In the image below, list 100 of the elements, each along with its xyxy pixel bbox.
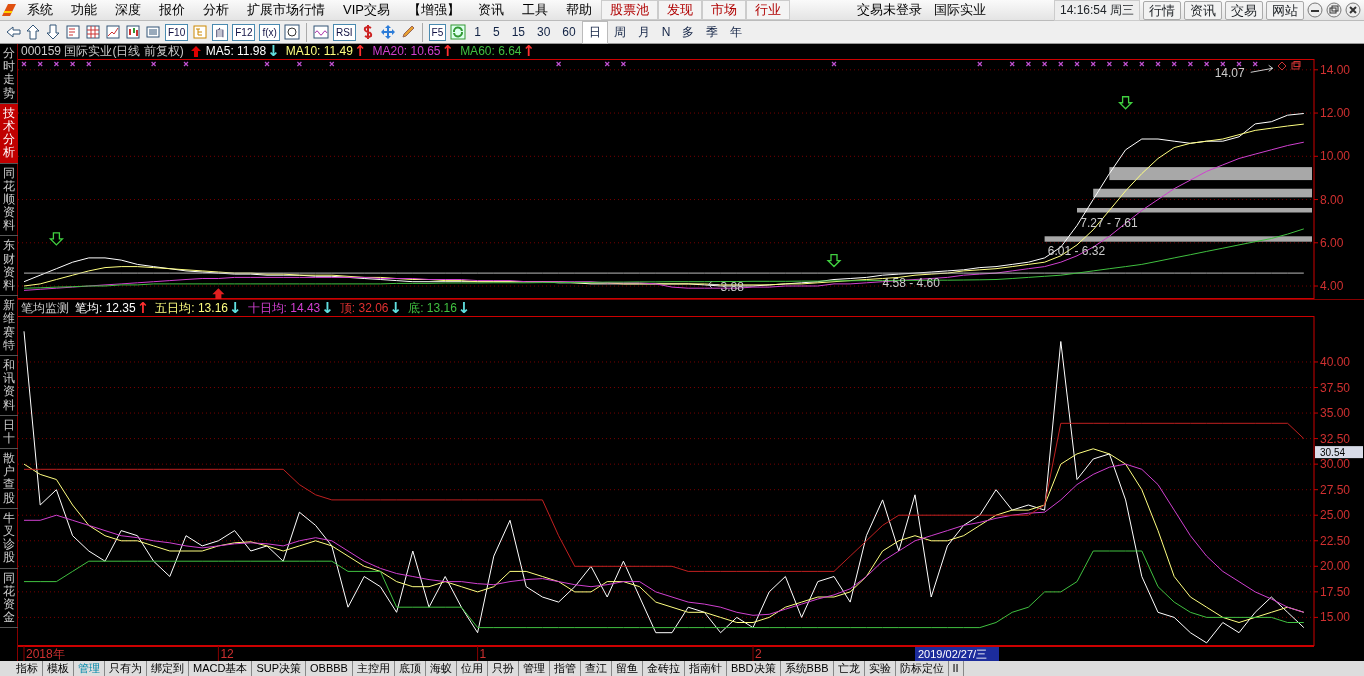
period-tab[interactable]: 15: [505, 21, 531, 43]
indicator-tab[interactable]: 绑定到: [147, 661, 189, 676]
pane-controls-icon[interactable]: [1277, 61, 1301, 71]
grid-icon[interactable]: [85, 24, 101, 40]
menu-item[interactable]: 深度: [106, 0, 150, 20]
indicator-tab[interactable]: 模板: [43, 661, 74, 676]
side-tab[interactable]: 东财资料: [0, 236, 18, 297]
minimize-icon[interactable]: [1307, 2, 1323, 18]
toolbar-button[interactable]: 自: [212, 23, 229, 41]
period-tab[interactable]: 60: [556, 21, 582, 43]
side-tab[interactable]: 技术分析: [0, 103, 18, 164]
axis-value: 30.54: [1315, 446, 1363, 459]
indicator-tab[interactable]: 指管: [549, 661, 581, 676]
side-tab[interactable]: 散户查股: [0, 449, 18, 509]
menu-link[interactable]: 发现: [657, 0, 702, 20]
period-tab[interactable]: 周: [607, 21, 632, 43]
toolbar-button[interactable]: F10: [165, 23, 189, 41]
indicator-tab[interactable]: 底顶: [394, 661, 426, 676]
menu-link[interactable]: 股票池: [600, 0, 658, 20]
indicator-tab[interactable]: 金砖拉: [642, 661, 685, 676]
app-logo-icon[interactable]: [0, 2, 18, 18]
indicator-tab[interactable]: 只有为: [105, 661, 147, 676]
indicator-tab[interactable]: SUP决策: [252, 661, 306, 676]
toolbar-button[interactable]: f(x): [259, 23, 280, 41]
side-tab[interactable]: 分时走势: [0, 44, 18, 104]
menu-item[interactable]: 系统: [18, 0, 62, 20]
side-tab[interactable]: 牛叉诊股: [0, 508, 18, 569]
indicator-tab[interactable]: II: [948, 661, 964, 676]
menu-item[interactable]: 帮助: [556, 0, 601, 20]
indicator-tab[interactable]: 亡龙: [833, 661, 865, 676]
side-tab[interactable]: 和讯资料: [0, 355, 18, 416]
checklist-icon[interactable]: [65, 24, 81, 40]
window-title: 国际实业: [934, 1, 987, 19]
axis-label: 12: [220, 647, 234, 661]
side-tab[interactable]: 日十: [0, 415, 18, 450]
menu-button[interactable]: 网站: [1266, 0, 1304, 20]
refresh-icon[interactable]: [450, 24, 467, 40]
trend-arrow: ↑: [522, 44, 536, 59]
menu-link[interactable]: 市场: [701, 0, 746, 20]
tree-icon[interactable]: [192, 24, 209, 40]
up-arrow-icon[interactable]: [25, 24, 41, 40]
indicator-tab[interactable]: 查江: [580, 661, 612, 676]
toolbar-button[interactable]: RSI: [332, 23, 356, 41]
menu-item[interactable]: 功能: [62, 0, 106, 20]
menu-item[interactable]: 资讯: [468, 0, 513, 20]
candlestick-icon[interactable]: [125, 24, 141, 40]
chart-title: 000159 国际实业(日线 前复权): [21, 44, 184, 59]
toolbar-button[interactable]: F12: [232, 23, 256, 41]
menu-button[interactable]: 行情: [1143, 0, 1181, 20]
indicator-tab[interactable]: 指南针: [684, 661, 727, 676]
indicator-tab[interactable]: 实验: [864, 661, 896, 676]
indicator-tab[interactable]: BBD决策: [726, 661, 781, 676]
indicator-tab[interactable]: 位用: [456, 661, 488, 676]
indicator-tab[interactable]: 留鱼: [611, 661, 643, 676]
indicator-tab[interactable]: 系统BBB: [780, 661, 834, 676]
indicator-tab[interactable]: 防标定位: [895, 661, 949, 676]
period-tab[interactable]: 年: [724, 21, 749, 43]
indicator-tab[interactable]: 主控用: [352, 661, 395, 676]
menu-item[interactable]: 工具: [512, 0, 557, 20]
menu-item[interactable]: VIP交易: [334, 0, 399, 20]
menu-item[interactable]: 报价: [150, 0, 194, 20]
side-tab[interactable]: 同花顺资料: [0, 163, 18, 237]
period-tab[interactable]: 30: [531, 21, 557, 43]
period-tab[interactable]: 多: [676, 21, 701, 43]
period-tab[interactable]: 1: [468, 21, 487, 43]
price-label: 3.88: [720, 279, 744, 294]
indicator-tab[interactable]: 指标: [12, 661, 43, 676]
side-tab[interactable]: 新维赛特: [0, 296, 18, 356]
line-chart-icon[interactable]: [105, 24, 121, 40]
indicator-tab[interactable]: 海蚁: [425, 661, 457, 676]
indicator-value: 顶: 32.06: [339, 299, 389, 317]
period-tab[interactable]: N: [655, 21, 677, 43]
toolbar-button[interactable]: F5: [428, 23, 447, 41]
close-icon[interactable]: [1345, 2, 1361, 18]
period-tab[interactable]: 月: [631, 21, 656, 43]
axis-label: 6.00: [1320, 235, 1344, 250]
restore-icon[interactable]: [1326, 2, 1342, 18]
menu-item[interactable]: 分析: [194, 0, 238, 20]
pencil-icon[interactable]: [399, 24, 416, 40]
indicator-tab[interactable]: OBBBB: [306, 661, 353, 676]
menu-button[interactable]: 资讯: [1184, 0, 1222, 20]
indicator-value: 十日均: 14.43: [247, 299, 321, 317]
back-arrow-icon[interactable]: [5, 24, 21, 40]
menu-button[interactable]: 交易: [1225, 0, 1263, 20]
down-arrow-icon[interactable]: [45, 24, 61, 40]
clock: 14:16:54 周三: [1053, 0, 1140, 21]
indicator-tab[interactable]: 只扮: [487, 661, 519, 676]
menu-item[interactable]: 【增强】: [398, 0, 469, 20]
indicator-tab[interactable]: 管理: [518, 661, 550, 676]
period-tab[interactable]: 季: [700, 21, 725, 43]
side-tab[interactable]: 同花资金: [0, 568, 18, 629]
indicator-tab[interactable]: MACD基本: [189, 661, 253, 676]
menu-link[interactable]: 行业: [745, 0, 790, 20]
move-icon[interactable]: [379, 24, 396, 40]
wave-icon[interactable]: [312, 24, 329, 40]
period-tab[interactable]: 5: [486, 21, 506, 43]
menu-item[interactable]: 扩展市场行情: [238, 0, 334, 20]
list-icon[interactable]: [145, 24, 161, 40]
period-tab[interactable]: 日: [581, 20, 608, 44]
price-label: 14.07: [1214, 66, 1245, 81]
